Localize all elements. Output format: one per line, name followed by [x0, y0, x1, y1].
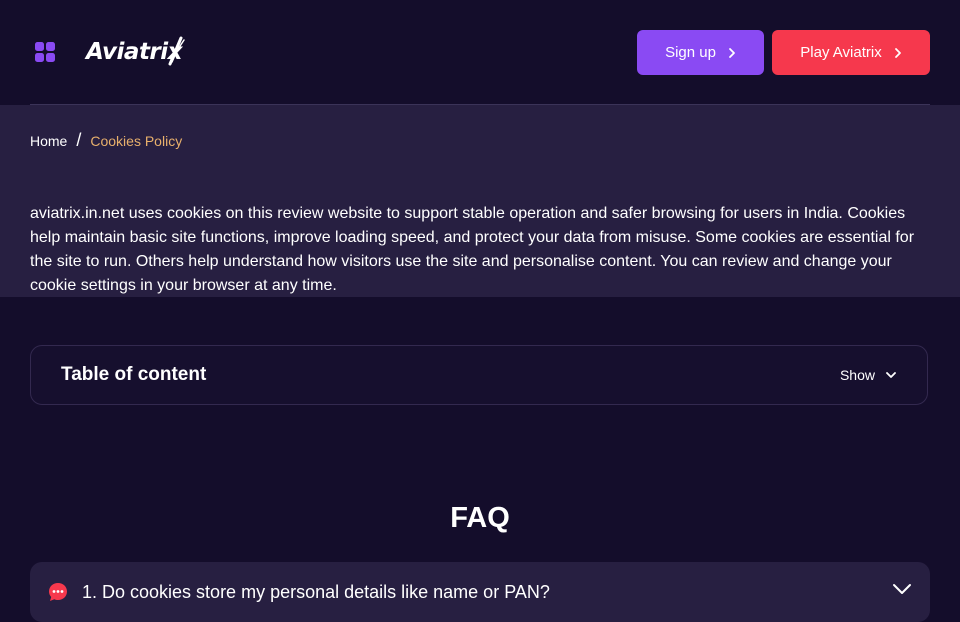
toc-show-toggle[interactable]: Show: [840, 367, 897, 383]
site-header: Aviatrix Sign up Play Aviatrix: [0, 0, 960, 105]
faq-heading: FAQ: [450, 502, 510, 534]
logo-x-mark-icon: [168, 36, 185, 66]
faq-item[interactable]: 1. Do cookies store my personal details …: [30, 562, 930, 622]
breadcrumb-separator: /: [76, 130, 82, 150]
signup-button-label: Sign up: [665, 44, 716, 61]
play-button-label: Play Aviatrix: [800, 44, 882, 61]
signup-button[interactable]: Sign up: [637, 30, 764, 75]
breadcrumb-home-link[interactable]: Home: [30, 133, 67, 149]
aviatrix-logo[interactable]: Aviatrix: [86, 34, 186, 70]
toc-toggle-label: Show: [839, 367, 875, 383]
chevron-down-icon[interactable]: [892, 582, 912, 601]
play-aviatrix-button[interactable]: Play Aviatrix: [772, 30, 930, 75]
grid-menu-icon[interactable]: [35, 42, 55, 62]
table-of-content[interactable]: Table of content Show: [30, 345, 928, 405]
breadcrumb: Home / Cookies Policy: [30, 130, 182, 151]
breadcrumb-current: Cookies Policy: [90, 132, 183, 149]
chat-bubble-icon: [48, 582, 68, 607]
intro-paragraph: aviatrix.in.net uses cookies on this rev…: [30, 205, 915, 294]
hero-section: Home / Cookies Policy aviatrix.in.net us…: [0, 105, 960, 297]
toc-title: Table of content: [61, 364, 207, 385]
chevron-down-icon: [886, 372, 896, 378]
chevron-right-icon: [729, 47, 735, 58]
chevron-right-icon: [894, 47, 901, 58]
